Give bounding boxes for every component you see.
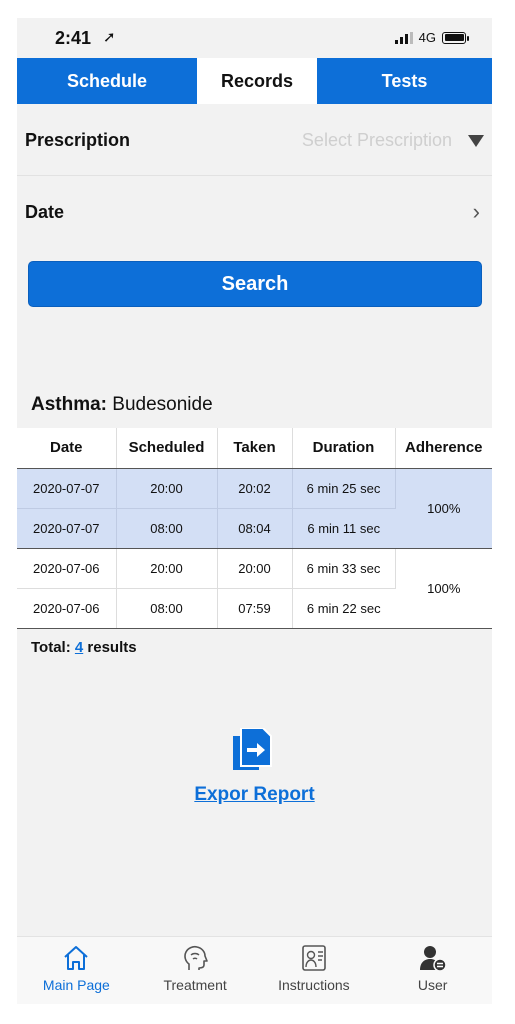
signal-icon — [394, 31, 413, 44]
drug-name: Budesonide — [112, 394, 213, 415]
prescription-select[interactable]: Prescription Select Prescription — [17, 106, 492, 176]
status-bar: 2:41 ➚ 4G — [17, 18, 492, 58]
table-row: 2020-07-06 20:00 20:00 6 min 33 sec 100% — [17, 548, 492, 629]
cell-scheduled: 20:00 — [116, 468, 218, 509]
total-results: Total: 4 results — [31, 639, 137, 656]
instructions-icon — [302, 945, 326, 971]
date-select[interactable]: Date › — [17, 177, 492, 247]
home-icon — [64, 946, 89, 970]
user-icon — [419, 946, 447, 972]
cell-duration: 6 min 25 sec — [292, 468, 396, 509]
cell-date: 2020-07-06 — [17, 548, 117, 589]
condition-label: Asthma: — [31, 394, 108, 415]
bottom-nav: Main Page Treatment Instructions User — [17, 936, 492, 1004]
export-report-link[interactable]: Expor Report — [17, 784, 492, 806]
cell-taken: 07:59 — [217, 588, 293, 629]
cell-duration: 6 min 11 sec — [292, 508, 395, 549]
prescription-label: Prescription — [25, 130, 131, 150]
cell-duration: 6 min 22 sec — [292, 588, 395, 629]
nav-label: User — [417, 977, 448, 993]
location-arrow-icon: ➚ — [103, 29, 116, 46]
cell-duration: 6 min 33 sec — [292, 548, 396, 589]
nav-label: Instructions — [278, 977, 350, 993]
cell-taken: 20:02 — [217, 468, 293, 509]
tab-bar: Schedule Records Tests — [17, 58, 492, 104]
table-header-row: Date Scheduled Taken Duration Adherence — [17, 428, 492, 469]
cell-adherence: 100% — [395, 468, 492, 549]
nav-instructions[interactable]: Instructions — [255, 937, 374, 1004]
tab-tests[interactable]: Tests — [317, 58, 492, 104]
drug-title: Asthma: Budesonide — [31, 394, 213, 416]
battery-icon — [442, 31, 469, 44]
cell-scheduled: 08:00 — [116, 508, 218, 549]
cell-taken: 20:00 — [217, 548, 293, 589]
nav-main-page[interactable]: Main Page — [17, 937, 136, 1004]
date-label: Date — [25, 201, 65, 222]
app-screen: 2:41 ➚ 4G Schedule Records Tests Prescri… — [17, 18, 492, 1004]
header-adherence: Adherence — [395, 428, 492, 469]
cell-date: 2020-07-06 — [17, 588, 117, 629]
dropdown-triangle-icon — [468, 134, 484, 147]
search-button[interactable]: Search — [28, 261, 482, 307]
records-table: Date Scheduled Taken Duration Adherence … — [17, 428, 492, 629]
header-date: Date — [17, 428, 117, 469]
status-indicators: 4G — [394, 30, 469, 45]
table-row: 2020-07-07 20:00 20:02 6 min 25 sec 100% — [17, 468, 492, 549]
status-time: 2:41 — [55, 28, 92, 48]
tab-records[interactable]: Records — [197, 58, 317, 104]
nav-label: Treatment — [163, 977, 227, 993]
tab-schedule[interactable]: Schedule — [17, 58, 197, 104]
total-count[interactable]: 4 — [75, 639, 83, 656]
nav-user[interactable]: User — [373, 937, 492, 1004]
cell-adherence: 100% — [395, 548, 492, 629]
cell-date: 2020-07-07 — [17, 468, 117, 509]
cell-taken: 08:04 — [217, 508, 293, 549]
total-suffix: results — [87, 639, 137, 656]
header-duration: Duration — [292, 428, 396, 469]
nav-treatment[interactable]: Treatment — [136, 937, 255, 1004]
cell-scheduled: 20:00 — [116, 548, 218, 589]
cell-scheduled: 08:00 — [116, 588, 218, 629]
total-prefix: Total: — [31, 639, 71, 656]
header-scheduled: Scheduled — [116, 428, 218, 469]
prescription-placeholder: Select Prescription — [301, 130, 452, 150]
export-report-icon[interactable] — [233, 728, 273, 774]
cell-date: 2020-07-07 — [17, 508, 117, 549]
chevron-right-icon: › — [472, 199, 480, 224]
network-type: 4G — [418, 30, 436, 45]
nav-label: Main Page — [42, 977, 110, 993]
head-icon — [184, 945, 208, 970]
header-taken: Taken — [217, 428, 293, 469]
